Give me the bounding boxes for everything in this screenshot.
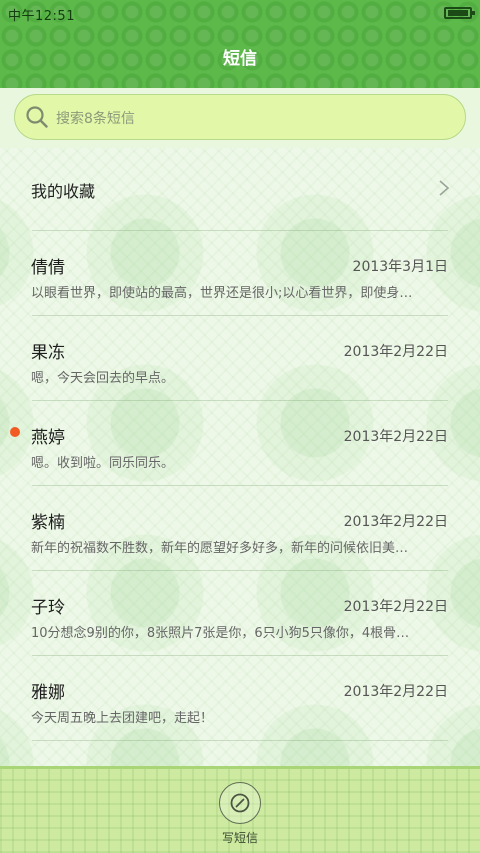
message-preview: 新年的祝福数不胜数，新年的愿望好多好多，新年的问候依旧美… xyxy=(31,541,409,556)
page-title: 短信 xyxy=(223,49,257,69)
divider xyxy=(32,740,448,741)
favorites-row[interactable]: 我的收藏 xyxy=(0,148,480,230)
contact-name: 雅娜 xyxy=(31,683,65,703)
contact-name: 子玲 xyxy=(31,598,65,618)
battery-icon xyxy=(444,7,475,19)
compose-icon xyxy=(230,793,250,813)
message-preview: 嗯。收到啦。同乐同乐。 xyxy=(31,456,175,471)
conversation-item[interactable]: 雅娜 2013年2月22日 今天周五晚上去团建吧，走起！ xyxy=(0,656,480,740)
compose-button[interactable] xyxy=(219,782,261,824)
message-date: 2013年3月1日 xyxy=(352,259,448,275)
conversation-list: 我的收藏 倩倩 2013年3月1日 以眼看世界，即使站的最高，世界还是很小;以心… xyxy=(0,148,480,741)
message-preview: 嗯，今天会回去的早点。 xyxy=(31,371,175,386)
message-preview: 10分想念9别的你，8张照片7张是你，6只小狗5只像你，4根骨… xyxy=(31,626,410,641)
contact-name: 倩倩 xyxy=(31,258,65,278)
message-date: 2013年2月22日 xyxy=(343,599,448,615)
message-preview: 今天周五晚上去团建吧，走起！ xyxy=(31,711,214,726)
favorites-label: 我的收藏 xyxy=(31,182,96,201)
message-date: 2013年2月22日 xyxy=(343,514,448,530)
chevron-right-icon xyxy=(439,180,450,196)
contact-name: 燕婷 xyxy=(31,428,65,448)
unread-indicator xyxy=(10,427,20,437)
search-icon xyxy=(26,106,48,128)
search-placeholder: 搜索8条短信 xyxy=(56,111,135,127)
search-input[interactable]: 搜索8条短信 xyxy=(14,94,466,140)
status-time: 中午12:51 xyxy=(8,9,75,24)
message-date: 2013年2月22日 xyxy=(343,429,448,445)
contact-name: 果冻 xyxy=(31,343,65,363)
search-area: 搜索8条短信 xyxy=(0,88,480,148)
conversation-item[interactable]: 子玲 2013年2月22日 10分想念9别的你，8张照片7张是你，6只小狗5只像… xyxy=(0,571,480,655)
bottom-bar: 写短信 xyxy=(0,766,480,853)
conversation-item[interactable]: 紫楠 2013年2月22日 新年的祝福数不胜数，新年的愿望好多好多，新年的问候依… xyxy=(0,486,480,570)
conversation-item[interactable]: 果冻 2013年2月22日 嗯，今天会回去的早点。 xyxy=(0,316,480,400)
message-date: 2013年2月22日 xyxy=(343,684,448,700)
status-bar: 中午12:51 xyxy=(0,0,480,26)
conversation-item[interactable]: 燕婷 2013年2月22日 嗯。收到啦。同乐同乐。 xyxy=(0,401,480,485)
conversation-item[interactable]: 倩倩 2013年3月1日 以眼看世界，即使站的最高，世界还是很小;以心看世界，即… xyxy=(0,231,480,315)
compose-label: 写短信 xyxy=(221,831,258,845)
contact-name: 紫楠 xyxy=(31,513,65,533)
message-preview: 以眼看世界，即使站的最高，世界还是很小;以心看世界，即使身… xyxy=(31,286,413,301)
message-date: 2013年2月22日 xyxy=(343,344,448,360)
app-header: 中午12:51 短信 xyxy=(0,0,480,88)
